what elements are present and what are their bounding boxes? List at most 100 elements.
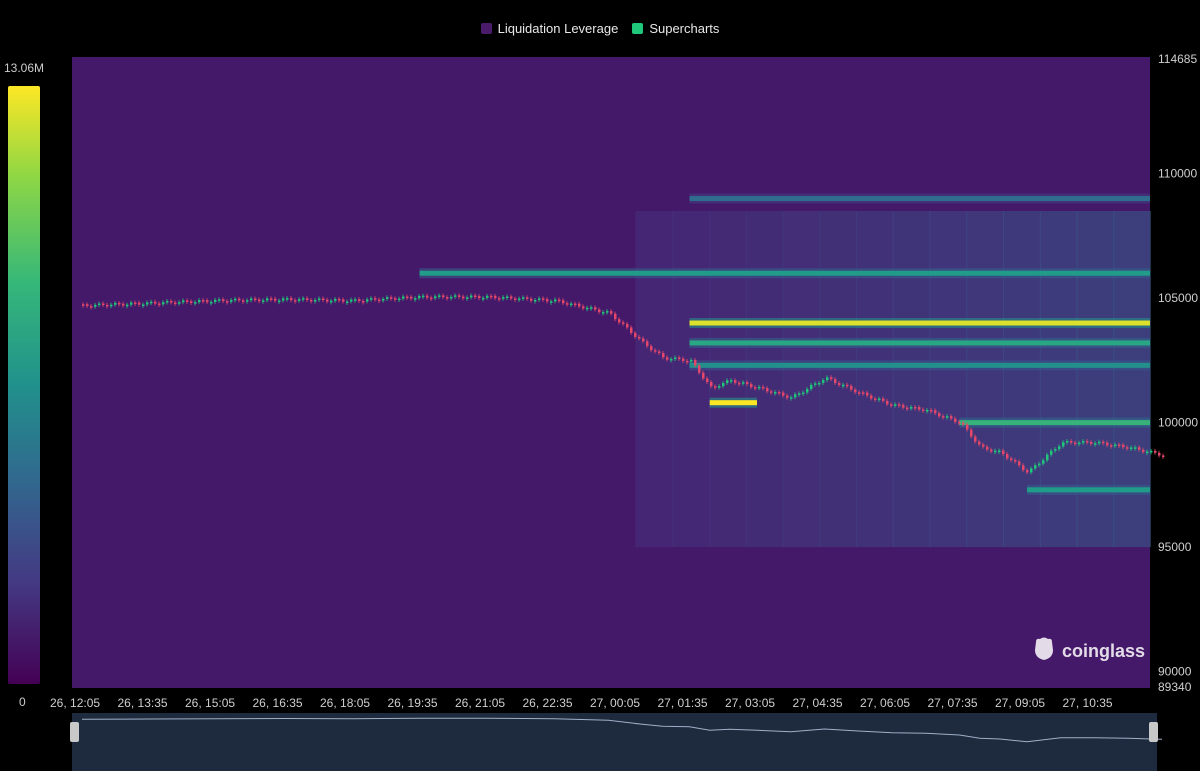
heatmap-cell [1076,210,1115,548]
price-candle [386,297,389,299]
price-candle [1022,465,1025,471]
price-candle [390,297,393,299]
price-candle [526,297,529,299]
price-candle [98,303,101,306]
y-tick-label: 110000 [1158,167,1197,181]
price-candle [338,298,341,301]
y-tick-label: 90000 [1158,665,1192,679]
x-tick-label: 26, 15:05 [185,696,235,710]
price-candle [926,409,929,412]
price-candle [82,304,85,306]
price-candle [970,429,973,437]
price-candle [542,298,545,300]
price-candle [614,313,617,320]
heatmap-chart[interactable]: 114685 90000 95000 100000 105000 110000 89340 2… [0,0,1200,771]
price-candle [250,298,253,301]
price-candle [430,297,433,300]
navigator-background [72,713,1157,771]
price-candle [1042,460,1045,464]
price-candle [234,298,237,301]
price-candle [1134,447,1137,449]
price-candle [370,298,373,300]
price-candle [186,300,189,302]
price-candle [810,384,813,390]
price-candle [1014,460,1017,462]
price-candle [274,298,277,301]
price-candle [470,295,473,298]
price-candle [182,300,185,303]
price-candle [1018,461,1021,466]
price-candle [738,382,741,385]
price-candle [594,307,597,310]
price-candle [678,357,681,360]
price-candle [914,407,917,409]
price-candle [306,298,309,300]
x-tick-label: 26, 13:35 [118,696,168,710]
price-candle [886,400,889,405]
price-candle [762,386,765,389]
price-candle [682,358,685,361]
price-candle [998,450,1001,452]
price-candle [630,327,633,333]
price-candle [1010,458,1013,461]
price-candle [690,359,693,362]
price-candle [1006,454,1009,459]
heatmap-cell [782,210,821,548]
price-candle [870,395,873,399]
price-candle [366,299,369,302]
price-candle [318,298,321,301]
price-candle [298,299,301,301]
price-candle [1158,452,1161,456]
price-candle [122,303,125,306]
price-candle [694,359,697,366]
heatmap-cell [635,210,674,548]
price-candle [978,441,981,445]
liquidation-band [689,340,1150,346]
price-candle [918,407,921,410]
price-candle [806,389,809,393]
price-candle [874,398,877,401]
price-candle [562,300,565,304]
price-candle [1078,442,1081,445]
price-candle [670,358,673,361]
price-candle [382,298,385,301]
price-candle [330,300,333,303]
price-candle [938,413,941,417]
price-candle [662,353,665,358]
price-candle [322,298,325,301]
price-candle [898,404,901,406]
price-candle [194,302,197,304]
heatmap-cell [966,210,1004,548]
time-navigator [70,713,1163,771]
price-candle [498,298,501,300]
coinglass-logo-icon [1032,636,1056,667]
price-candle [578,303,581,307]
price-candle [282,298,285,301]
price-candle [1050,450,1053,455]
price-candle [642,338,645,342]
price-candle [1062,442,1065,447]
price-candle [458,295,461,297]
price-candle [290,298,293,301]
price-candle [502,297,505,299]
price-candle [814,383,817,385]
price-candle [190,301,193,303]
liquidation-band [689,362,1150,368]
navigator-handle-right [1149,722,1158,742]
price-candle [94,304,97,307]
price-candle [310,299,313,302]
price-candle [786,395,789,398]
price-candle [818,382,821,385]
price-candle [698,365,701,373]
price-candle [514,298,517,300]
price-candle [490,295,493,298]
price-candle [1070,441,1073,443]
price-candle [86,304,89,307]
liquidation-band [419,270,1150,276]
price-candle [610,311,613,314]
liquidation-band [1027,487,1150,493]
price-candle [758,386,761,389]
price-candle [1030,468,1033,473]
price-candle [334,298,337,301]
price-candle [314,299,317,302]
